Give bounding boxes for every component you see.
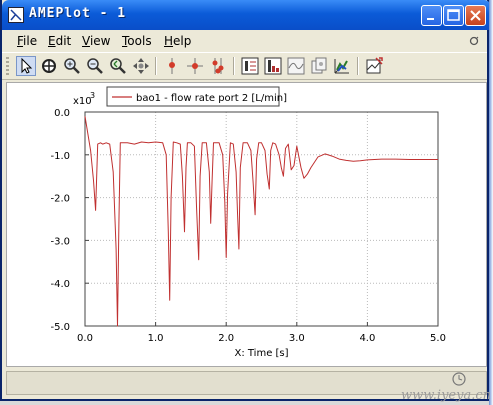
transform-icon (311, 57, 327, 74)
desktop-edge (489, 0, 493, 405)
plot-area[interactable]: 0.0 1.0 2.0 3.0 4.0 5.0 0.0 -1.0 -2.0 -3.0 -4.0 -5.… (6, 82, 487, 367)
toolbar-separator (155, 57, 157, 75)
toolbar-separator (357, 57, 359, 75)
watermark-clock-icon (452, 372, 466, 386)
maximize-button[interactable] (443, 5, 464, 26)
pin-icon[interactable] (469, 36, 479, 46)
zoom-previous-button[interactable] (108, 56, 128, 76)
multi-marker-icon (212, 58, 224, 74)
toolbar (2, 52, 487, 80)
menu-edit[interactable]: Edit (48, 34, 71, 48)
minimize-icon (427, 18, 434, 20)
menu-view[interactable]: View (82, 34, 110, 48)
fft-icon (241, 57, 259, 75)
export-button[interactable] (364, 56, 384, 76)
zoom-fit-icon (42, 59, 56, 73)
y-tick-label: 0.0 (54, 108, 70, 119)
minimize-button[interactable] (421, 5, 442, 26)
close-icon (470, 10, 481, 21)
window-title: AMEPlot - 1 (29, 6, 127, 21)
marker-icon (169, 58, 175, 74)
zoom-in-button[interactable] (62, 56, 82, 76)
x-tick-label: 2.0 (218, 333, 234, 344)
3d-plot-button[interactable] (332, 56, 352, 76)
y-axis-multiplier: x10 (73, 96, 92, 107)
menu-bar: File Edit View Tools Help (2, 30, 487, 52)
legend-entry: bao1 - flow rate port 2 [L/min] (136, 93, 287, 104)
x-axis-label: X: Time [s] (234, 348, 288, 359)
toolbar-grip[interactable] (6, 57, 9, 75)
fft-button[interactable] (240, 56, 260, 76)
y-tick-label: -3.0 (50, 236, 70, 247)
transform-button[interactable] (309, 56, 329, 76)
app-icon (8, 7, 24, 23)
title-bar[interactable]: AMEPlot - 1 (2, 0, 491, 30)
y-tick-label: -2.0 (50, 194, 70, 205)
x-tick-label: 1.0 (148, 333, 164, 344)
crosshair-button[interactable] (185, 56, 205, 76)
marker-button[interactable] (162, 56, 182, 76)
toolbar-separator (233, 57, 235, 75)
x-tick-label: 5.0 (430, 333, 446, 344)
crosshair-icon (187, 58, 203, 74)
multi-marker-button[interactable] (208, 56, 228, 76)
y-tick-label: -1.0 (50, 151, 70, 162)
y-axis-multiplier-exponent: 3 (90, 91, 95, 100)
watermark-text: www.iyeya.cn (400, 388, 491, 403)
y-tick-label: -5.0 (50, 322, 70, 333)
histogram-icon (264, 57, 282, 75)
zoom-previous-icon (110, 58, 126, 74)
plot-frame (84, 111, 439, 327)
x-tick-label: 0.0 (77, 333, 93, 344)
x-tick-label: 3.0 (289, 333, 305, 344)
zoom-out-icon (87, 58, 103, 74)
y-tick-label: -4.0 (50, 279, 70, 290)
select-icon (21, 57, 33, 74)
menu-help[interactable]: Help (164, 34, 191, 48)
menu-tools[interactable]: Tools (122, 34, 152, 48)
flow-rate-chart[interactable]: 0.0 1.0 2.0 3.0 4.0 5.0 0.0 -1.0 -2.0 -3.0 -4.0 -5.… (7, 83, 486, 366)
zoom-out-button[interactable] (85, 56, 105, 76)
filter-button[interactable] (286, 56, 306, 76)
pan-button[interactable] (131, 56, 151, 76)
maximize-icon (447, 9, 460, 21)
export-icon (366, 57, 383, 74)
series-line-flow-rate[interactable] (84, 116, 438, 327)
select-tool-button[interactable] (16, 56, 36, 76)
histogram-button[interactable] (263, 56, 283, 76)
filter-icon (287, 57, 305, 75)
zoom-in-icon (64, 58, 80, 74)
3d-plot-icon (334, 59, 349, 74)
pan-icon (133, 58, 149, 74)
menu-file[interactable]: File (17, 34, 37, 48)
close-button[interactable] (465, 5, 486, 26)
zoom-fit-button[interactable] (39, 56, 59, 76)
app-window: AMEPlot - 1 File Edit View Tools Help 0.… (0, 0, 491, 401)
x-tick-label: 4.0 (359, 333, 375, 344)
